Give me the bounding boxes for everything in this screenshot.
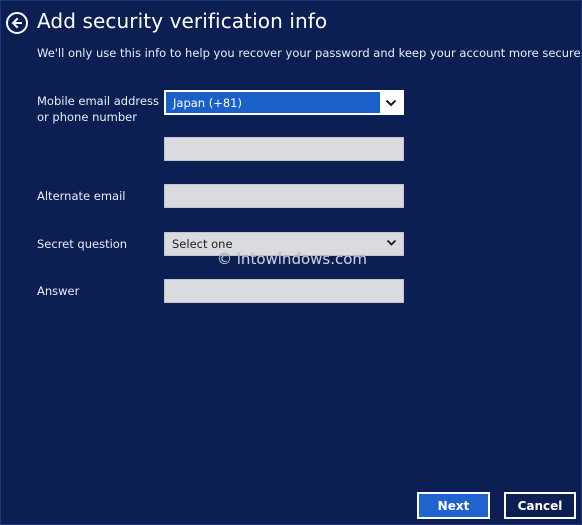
alternate-email-input[interactable] bbox=[164, 184, 404, 208]
secret-question-value: Select one bbox=[172, 237, 233, 251]
next-button[interactable]: Next bbox=[417, 492, 490, 519]
answer-label: Answer bbox=[37, 284, 80, 298]
chevron-down-icon bbox=[385, 99, 397, 106]
secret-question-label: Secret question bbox=[37, 237, 128, 251]
country-code-value: Japan (+81) bbox=[173, 96, 242, 110]
alternate-email-label: Alternate email bbox=[37, 189, 126, 203]
back-button[interactable] bbox=[6, 12, 28, 34]
watermark: © intowindows.com bbox=[217, 250, 368, 268]
back-arrow-icon bbox=[11, 17, 22, 29]
answer-input[interactable] bbox=[164, 279, 404, 303]
cancel-button[interactable]: Cancel bbox=[504, 492, 576, 519]
phone-number-input[interactable] bbox=[164, 137, 404, 161]
mobile-label-line2: or phone number bbox=[37, 110, 137, 124]
page-subtitle: We'll only use this info to help you rec… bbox=[37, 46, 582, 60]
country-dropdown-toggle[interactable] bbox=[380, 92, 402, 113]
country-code-select[interactable]: Japan (+81) bbox=[164, 90, 404, 115]
page-title: Add security verification info bbox=[37, 9, 328, 33]
chevron-down-icon bbox=[386, 239, 397, 246]
security-verification-page: Add security verification info We'll onl… bbox=[0, 0, 582, 525]
mobile-label: Mobile email address or phone number bbox=[37, 93, 159, 125]
mobile-label-line1: Mobile email address bbox=[37, 94, 159, 108]
